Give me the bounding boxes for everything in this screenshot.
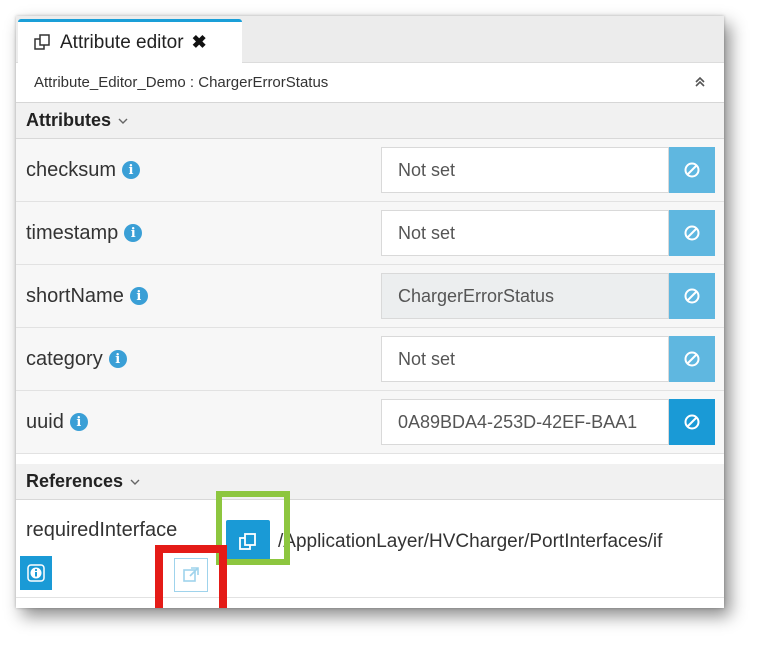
- attribute-editor-panel: Attribute editor ✖ Attribute_Editor_Demo…: [16, 16, 724, 608]
- attribute-label: checksum i: [26, 139, 141, 201]
- ban-icon: [684, 225, 700, 241]
- reference-path[interactable]: /ApplicationLayer/HVCharger/PortInterfac…: [278, 520, 724, 564]
- ban-icon: [684, 162, 700, 178]
- unset-button[interactable]: [669, 273, 715, 319]
- attribute-value-field: ChargerErrorStatus: [381, 273, 669, 319]
- unset-button[interactable]: [669, 147, 715, 193]
- section-title: References: [26, 471, 124, 491]
- attribute-row: uuid i 0A89BDA4-253D-42EF-BAA1: [16, 391, 724, 454]
- open-reference-button[interactable]: [226, 520, 270, 564]
- section-title: Attributes: [26, 110, 111, 130]
- attribute-row: timestamp i Not set: [16, 202, 724, 265]
- info-icon[interactable]: [20, 556, 52, 590]
- tab-title: Attribute editor: [60, 31, 184, 53]
- copy-icon: [34, 33, 52, 52]
- info-icon[interactable]: i: [108, 350, 127, 368]
- unset-button[interactable]: [669, 210, 715, 256]
- reference-name: requiredInterface: [26, 519, 178, 541]
- breadcrumb-text: Attribute_Editor_Demo : ChargerErrorStat…: [34, 74, 329, 91]
- external-link-icon: [183, 567, 199, 582]
- attribute-name: uuid: [26, 410, 64, 433]
- attribute-row: checksum i Not set: [16, 139, 724, 202]
- attribute-label: timestamp i: [26, 202, 143, 264]
- chevron-down-icon: [129, 476, 141, 488]
- attribute-label: uuid i: [26, 391, 88, 453]
- attribute-name: shortName: [26, 284, 124, 307]
- ban-icon: [684, 288, 700, 304]
- unset-button[interactable]: [669, 399, 715, 445]
- attribute-name: category: [26, 347, 103, 370]
- attribute-row: shortName i ChargerErrorStatus: [16, 265, 724, 328]
- double-chevron-up-icon[interactable]: [690, 72, 710, 92]
- attribute-row: category i Not set: [16, 328, 724, 391]
- info-icon[interactable]: i: [124, 224, 143, 242]
- tab-bar: Attribute editor ✖: [16, 16, 724, 63]
- ban-icon: [684, 351, 700, 367]
- info-icon[interactable]: i: [69, 413, 88, 431]
- navigate-to-reference-button[interactable]: [174, 558, 208, 592]
- attribute-label: category i: [26, 328, 127, 390]
- unset-button[interactable]: [669, 336, 715, 382]
- attributes-section-header[interactable]: Attributes: [16, 103, 724, 139]
- attribute-value-field[interactable]: Not set: [381, 336, 669, 382]
- info-icon[interactable]: i: [122, 161, 141, 179]
- breadcrumb: Attribute_Editor_Demo : ChargerErrorStat…: [16, 63, 724, 103]
- ban-icon: [684, 414, 700, 430]
- attribute-value-field[interactable]: 0A89BDA4-253D-42EF-BAA1: [381, 399, 669, 445]
- attribute-value-field[interactable]: Not set: [381, 210, 669, 256]
- attribute-name: checksum: [26, 158, 117, 181]
- close-icon[interactable]: ✖: [192, 32, 207, 53]
- attribute-value-field[interactable]: Not set: [381, 147, 669, 193]
- attribute-name: timestamp: [26, 221, 119, 244]
- references-section-header[interactable]: References: [16, 464, 724, 500]
- tab-attribute-editor[interactable]: Attribute editor ✖: [18, 19, 242, 63]
- copy-icon: [239, 533, 256, 550]
- chevron-down-icon: [117, 115, 129, 127]
- info-icon[interactable]: i: [129, 287, 148, 305]
- attribute-label: shortName i: [26, 265, 148, 327]
